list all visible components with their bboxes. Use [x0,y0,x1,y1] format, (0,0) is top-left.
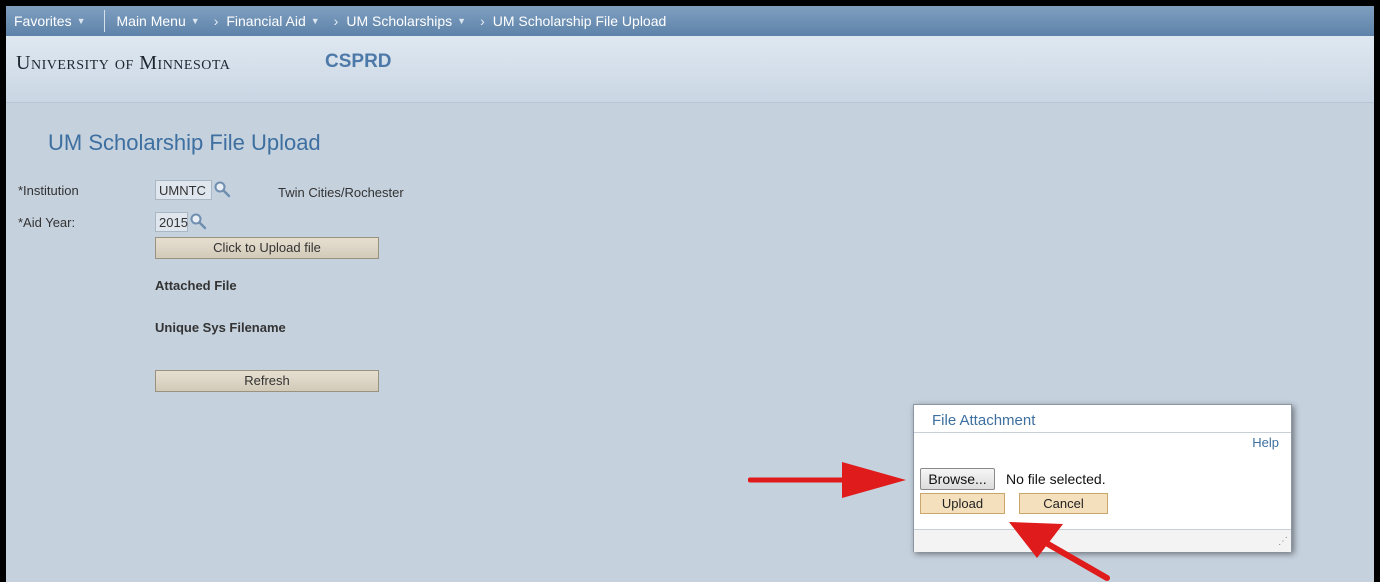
dialog-title: File Attachment [932,412,1036,429]
breadcrumb-label: Financial Aid [226,13,306,29]
breadcrumb-main-menu[interactable]: Main Menu ▼ [117,13,200,29]
dialog-divider [914,432,1291,433]
browse-button[interactable]: Browse... [920,468,995,490]
chevron-down-icon: ▼ [76,16,86,26]
breadcrumb-label: Main Menu [116,13,186,29]
red-arrow-up-icon [1009,522,1110,581]
institution-input[interactable]: UMNTC [155,180,212,200]
logo-text: innesota [157,52,231,74]
breadcrumb-separator-icon: › [213,13,219,29]
chevron-down-icon: ▼ [457,16,467,26]
branding-header: University of Minnesota CSPRD [6,36,1374,103]
top-navigation-bar: Favorites ▼ Main Menu ▼ › Financial Aid … [6,6,1374,36]
file-status-text: No file selected. [1006,471,1106,487]
lookup-icon[interactable] [213,180,231,198]
nav-divider [103,10,105,32]
breadcrumb-separator-icon: › [333,13,339,29]
university-logo: University of Minnesota [16,52,230,75]
favorites-menu[interactable]: Favorites ▼ [6,6,96,36]
breadcrumb-financial-aid[interactable]: Financial Aid ▼ [226,13,319,29]
lookup-icon[interactable] [189,212,207,230]
app-window: Favorites ▼ Main Menu ▼ › Financial Aid … [6,6,1374,582]
favorites-label: Favorites [14,13,72,29]
breadcrumb-um-scholarships[interactable]: UM Scholarships ▼ [346,13,466,29]
chevron-down-icon: ▼ [310,16,320,26]
red-arrow-right-icon [748,462,906,498]
unique-filename-label: Unique Sys Filename [155,320,286,335]
logo-letter: U [16,52,31,74]
attached-file-label: Attached File [155,278,237,293]
breadcrumb-separator-icon: › [480,13,485,29]
upload-file-button[interactable]: Click to Upload file [155,237,379,259]
chevron-down-icon: ▼ [190,16,200,26]
page-title: UM Scholarship File Upload [48,130,321,155]
breadcrumb-current-page[interactable]: UM Scholarship File Upload [493,13,667,29]
breadcrumb-label: UM Scholarship File Upload [492,13,667,29]
environment-name: CSPRD [325,51,392,72]
institution-description: Twin Cities/Rochester [278,185,404,200]
institution-label: *Institution [18,183,79,198]
help-link[interactable]: Help [1252,435,1279,450]
logo-text: niversity of [30,52,140,74]
upload-button[interactable]: Upload [920,493,1005,514]
logo-letter: M [139,52,158,74]
refresh-button[interactable]: Refresh [155,370,379,392]
aid-year-label: *Aid Year: [18,215,76,230]
breadcrumb-label: UM Scholarships [346,13,453,29]
aid-year-input[interactable]: 2015 [155,212,188,232]
resize-grip-icon[interactable]: ⋰ [1278,536,1288,547]
